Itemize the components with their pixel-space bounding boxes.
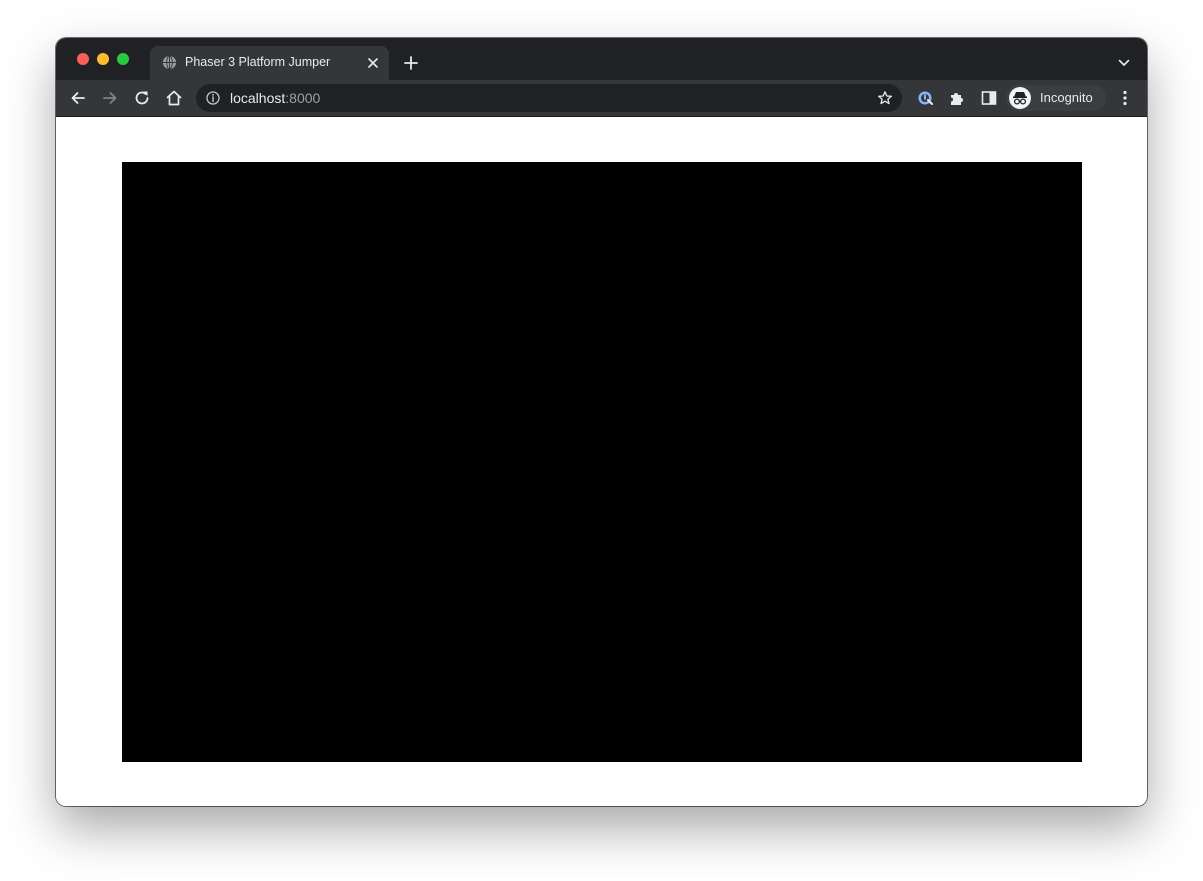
browser-toolbar: localhost:8000 Incognito — [56, 80, 1147, 117]
back-arrow-icon[interactable] — [69, 89, 87, 107]
bookmark-star-icon[interactable] — [877, 90, 893, 106]
password-manager-icon[interactable] — [917, 89, 935, 107]
close-window-button[interactable] — [77, 53, 89, 65]
address-bar[interactable]: localhost:8000 — [196, 84, 902, 112]
incognito-icon — [1009, 87, 1031, 109]
home-icon[interactable] — [165, 89, 183, 107]
tab-strip: Phaser 3 Platform Jumper — [56, 38, 1147, 80]
game-canvas[interactable] — [122, 162, 1082, 762]
zoom-window-button[interactable] — [117, 53, 129, 65]
url-text[interactable]: localhost:8000 — [230, 90, 320, 106]
page-content — [56, 117, 1147, 806]
more-menu-icon[interactable] — [1116, 89, 1134, 107]
minimize-window-button[interactable] — [97, 53, 109, 65]
profile-label: Incognito — [1040, 90, 1093, 105]
browser-window: Phaser 3 Platform Jumper localhost:8000 … — [56, 38, 1147, 806]
new-tab-icon[interactable] — [403, 55, 419, 71]
reload-icon[interactable] — [133, 89, 151, 107]
tab-title: Phaser 3 Platform Jumper — [185, 55, 331, 69]
side-panel-icon[interactable] — [980, 89, 998, 107]
tab-close-icon[interactable] — [366, 56, 380, 70]
extensions-puzzle-icon[interactable] — [948, 89, 966, 107]
url-host: localhost — [230, 90, 286, 106]
globe-icon — [162, 55, 177, 70]
tab-active[interactable]: Phaser 3 Platform Jumper — [150, 46, 389, 80]
url-port: :8000 — [285, 90, 321, 106]
forward-arrow-icon[interactable] — [101, 89, 119, 107]
tab-search-chevron-down-icon[interactable] — [1117, 56, 1131, 70]
site-info-icon[interactable] — [206, 91, 220, 105]
profile-button[interactable]: Incognito — [1006, 85, 1106, 111]
